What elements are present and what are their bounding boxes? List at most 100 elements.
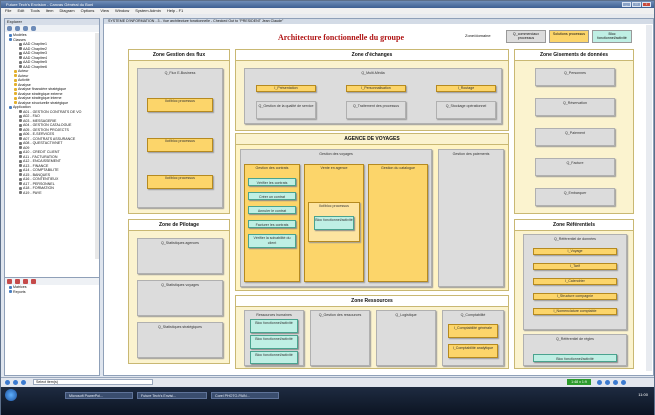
tool-icon[interactable] — [15, 279, 20, 284]
agence-paiements[interactable]: Gestion des paiements — [438, 149, 504, 287]
tree-node-icon — [9, 105, 12, 109]
status-text: Select item(s) — [33, 379, 153, 385]
zone-agence[interactable]: AGENCE DE VOYAGES Gestion des voyages Ge… — [235, 133, 509, 291]
nav-right-icon[interactable] — [605, 380, 610, 385]
tree-node-icon — [19, 168, 22, 172]
tree-item-reports[interactable]: Reports — [5, 290, 99, 295]
tree-node-icon — [9, 33, 12, 37]
zone-title: Zone Ressources — [236, 296, 508, 307]
diagram-scrollbar[interactable] — [646, 25, 652, 371]
zone-ressources[interactable]: Zone Ressources Ressources humaines Bloc… — [235, 295, 509, 369]
nav-icon[interactable] — [13, 380, 18, 385]
contract-item[interactable]: Vérifier les contrats — [248, 178, 296, 186]
gisement-item[interactable]: Q_Paiement — [535, 128, 615, 146]
flux-item[interactable]: Ilot/bloc processus — [147, 138, 213, 152]
tree-node-icon — [19, 173, 22, 177]
compta-item[interactable]: I_Comptabilité générale — [448, 324, 498, 338]
minimize-button[interactable]: _ — [622, 2, 631, 7]
nav-up-icon[interactable] — [613, 380, 618, 385]
tree-node-icon — [19, 159, 22, 163]
tool-icon[interactable] — [7, 279, 12, 284]
flux-item[interactable]: Ilot/bloc processus — [147, 98, 213, 112]
agence-catalogue[interactable]: Gestion du catalogue — [368, 164, 428, 282]
tree-node-icon — [19, 150, 22, 154]
gisement-item[interactable]: Q_Embarquer — [535, 188, 615, 206]
nav-icon[interactable] — [5, 380, 10, 385]
referentiel-item[interactable]: I_Structure compagnie — [533, 293, 617, 300]
nav-left-icon[interactable] — [597, 380, 602, 385]
rh-bloc[interactable]: Bloc fonctionnel/activité — [250, 351, 298, 364]
gisement-item[interactable]: Q_Facture — [535, 158, 615, 176]
rh-bloc[interactable]: Bloc fonctionnel/activité — [250, 319, 298, 333]
rh-bloc[interactable]: Bloc fonctionnel/activité — [250, 335, 298, 349]
referentiel-item[interactable]: I_Nomenclature comptable — [533, 308, 617, 315]
tree-node-icon — [19, 132, 22, 136]
pilotage-item[interactable]: Q_Statistiques voyages — [137, 280, 223, 316]
echanges-item[interactable]: I_Présentation — [256, 85, 316, 92]
ressources-item[interactable]: Q_Logistique — [376, 310, 436, 366]
vente-item[interactable]: Bloc fonctionnel/activité — [314, 216, 354, 230]
tree-node-icon — [19, 47, 22, 51]
explorer-panel: Explorer Modèles Classes AAD Chapitre1 AAD … — [4, 18, 100, 376]
contract-item[interactable]: Créer un contrat — [248, 192, 296, 200]
referentiel-item[interactable]: I_Voyage — [533, 248, 617, 255]
taskbar-item[interactable]: Corel PHOTO-PAIN... — [211, 392, 279, 399]
tool-icon[interactable] — [31, 279, 36, 284]
gisement-item[interactable]: Q_Réservation — [535, 98, 615, 116]
tool-icon[interactable] — [23, 279, 28, 284]
taskbar: Microsoft PowerPoi... Future Tech's Envi… — [1, 387, 654, 415]
zone-title: Zone d'échanges — [236, 50, 508, 61]
tree-node-icon — [9, 38, 12, 42]
app-window: Future Tech's Envision - Canvas Général … — [0, 0, 655, 415]
echanges-item[interactable]: I_Routage — [436, 85, 496, 92]
contract-item[interactable]: Facturer les contrats — [248, 220, 296, 228]
tree-scrollbar[interactable] — [95, 33, 99, 259]
ressources-item[interactable]: Q_Gestion des ressources — [310, 310, 370, 366]
nav-icon[interactable] — [23, 26, 28, 31]
contract-item[interactable]: Annuler le contrat — [248, 206, 296, 214]
echanges-item[interactable]: Q_Traitement des processus — [346, 101, 406, 119]
referentiel-item[interactable]: I_Calendrier — [533, 278, 617, 285]
diagram-tab[interactable]: SYSTEME D'INFORMATION - 3 - Vue architec… — [104, 19, 653, 24]
tree-item[interactable]: A19 - PAYE — [9, 191, 99, 196]
explorer-tree: Modèles Classes AAD Chapitre1 AAD Chapitre2… — [5, 33, 99, 259]
diagram-canvas[interactable]: Architecture fonctionnelle du groupe Zon… — [108, 25, 642, 371]
gisement-item[interactable]: Q_Personnes — [535, 68, 615, 86]
taskbar-item[interactable]: Future Tech's Envisi... — [137, 392, 207, 399]
window-title: Future Tech's Envision - Canvas Général … — [6, 2, 94, 7]
domain-label: Zone/domaine — [465, 33, 491, 38]
compta-item[interactable]: I_Comptabilité analytique — [448, 344, 498, 358]
tree-item-label: A19 - PAYE — [23, 190, 42, 195]
tree-node-icon — [19, 146, 22, 150]
tree-node-icon — [19, 56, 22, 60]
zone-title: Zone de Pilotage — [129, 220, 229, 231]
tree-node-icon — [19, 182, 22, 186]
echanges-item[interactable]: Q_Gestion de la qualité de service — [256, 101, 316, 119]
nav-down-icon[interactable] — [621, 380, 626, 385]
zone-echanges[interactable]: Zone d'échanges Q_Multi-Média I_Présenta… — [235, 49, 509, 131]
folder-icon — [9, 285, 12, 289]
explorer-toolbar — [5, 25, 99, 32]
nav-icon[interactable] — [31, 26, 36, 31]
referentiel-bloc[interactable]: Bloc fonctionnel/activité — [533, 354, 617, 362]
zone-pilotage[interactable]: Zone de Pilotage Q_Statistiques agences … — [128, 219, 230, 364]
maximize-button[interactable]: □ — [632, 2, 641, 7]
nav-icon[interactable] — [7, 26, 12, 31]
start-button[interactable] — [5, 389, 17, 401]
zone-referentiels[interactable]: Zone Référentiels Q_Référentiel de donné… — [514, 219, 634, 369]
zone-flux[interactable]: Zone Gestion des flux Q_Flux E-Business … — [128, 49, 230, 214]
nav-icon[interactable] — [21, 380, 26, 385]
taskbar-item[interactable]: Microsoft PowerPoi... — [65, 392, 133, 399]
pilotage-item[interactable]: Q_Statistiques agences — [137, 238, 223, 274]
close-button[interactable]: × — [642, 2, 651, 7]
pilotage-item[interactable]: Q_Statistiques stratégiques — [137, 322, 223, 358]
contract-item[interactable]: Vérifier la solvabilité du client — [248, 234, 296, 248]
flux-item[interactable]: Ilot/bloc processus — [147, 175, 213, 189]
tree-node-icon — [19, 128, 22, 132]
nav-icon[interactable] — [15, 26, 20, 31]
zone-gisements[interactable]: Zone Gisements de données Q_Personnes Q_… — [514, 49, 634, 214]
tree-node-icon — [19, 60, 22, 64]
echanges-item[interactable]: I_Personnalisation — [346, 85, 406, 92]
referentiel-item[interactable]: I_Tarif — [533, 263, 617, 270]
echanges-item[interactable]: Q_Stockage opérationnel — [436, 101, 496, 119]
